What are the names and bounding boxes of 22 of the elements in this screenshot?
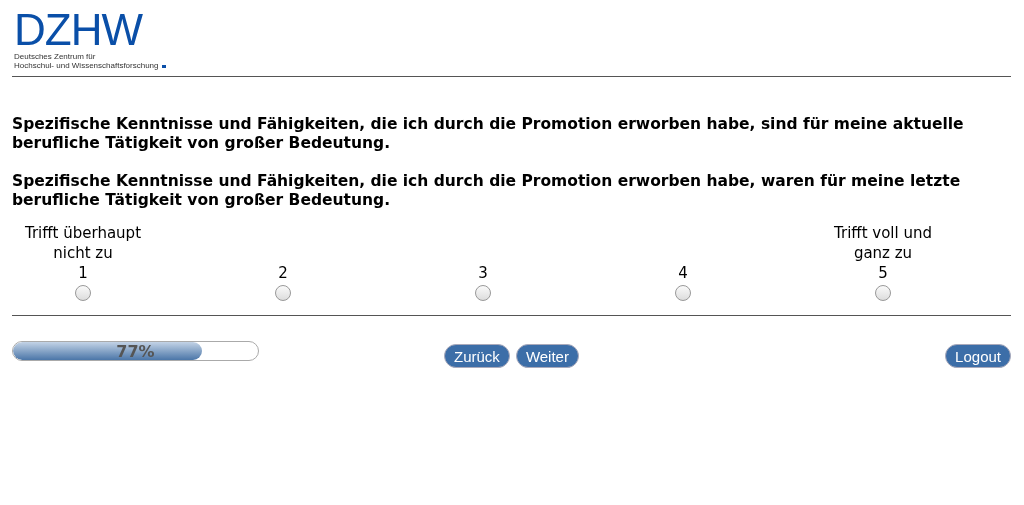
- question-text: Spezifische Kenntnisse und Fähigkeiten, die ich durch die Promotion erworben habe, sind für meine aktuelle berufliche Tätigkeit von großer Bedeutung.: [12, 115, 965, 153]
- scale-value: 3: [478, 263, 488, 283]
- scale-value: 2: [278, 263, 288, 283]
- scale-value: 4: [678, 263, 688, 283]
- radio-button[interactable]: [675, 285, 691, 301]
- scale-value: 5: [878, 263, 888, 283]
- radio-button[interactable]: [475, 285, 491, 301]
- scale-value: 1: [78, 263, 88, 283]
- scale-anchor-label: Trifft voll und ganz zu: [833, 223, 933, 263]
- square-icon: [161, 65, 166, 68]
- radio-button[interactable]: [275, 285, 291, 301]
- back-button[interactable]: Zurück: [444, 344, 510, 368]
- logo-subtitle: Hochschul- und Wissenschaftsforschung: [14, 61, 1011, 70]
- logo-subtitle: Deutsches Zentrum für: [14, 52, 97, 61]
- radio-button[interactable]: [875, 285, 891, 301]
- logout-button[interactable]: Logout: [945, 344, 1011, 368]
- radio-button[interactable]: [75, 285, 91, 301]
- logo-wordmark: DZHW: [14, 10, 144, 50]
- scale-anchor-label: Trifft überhaupt nicht zu: [23, 223, 142, 263]
- progress-label: 77%: [115, 341, 156, 360]
- next-button[interactable]: Weiter: [515, 344, 579, 368]
- question-text: Spezifische Kenntnisse und Fähigkeiten, die ich durch die Promotion erworben habe, waren für meine letzte berufliche Tätigkeit von großer Bedeutung.: [12, 172, 962, 210]
